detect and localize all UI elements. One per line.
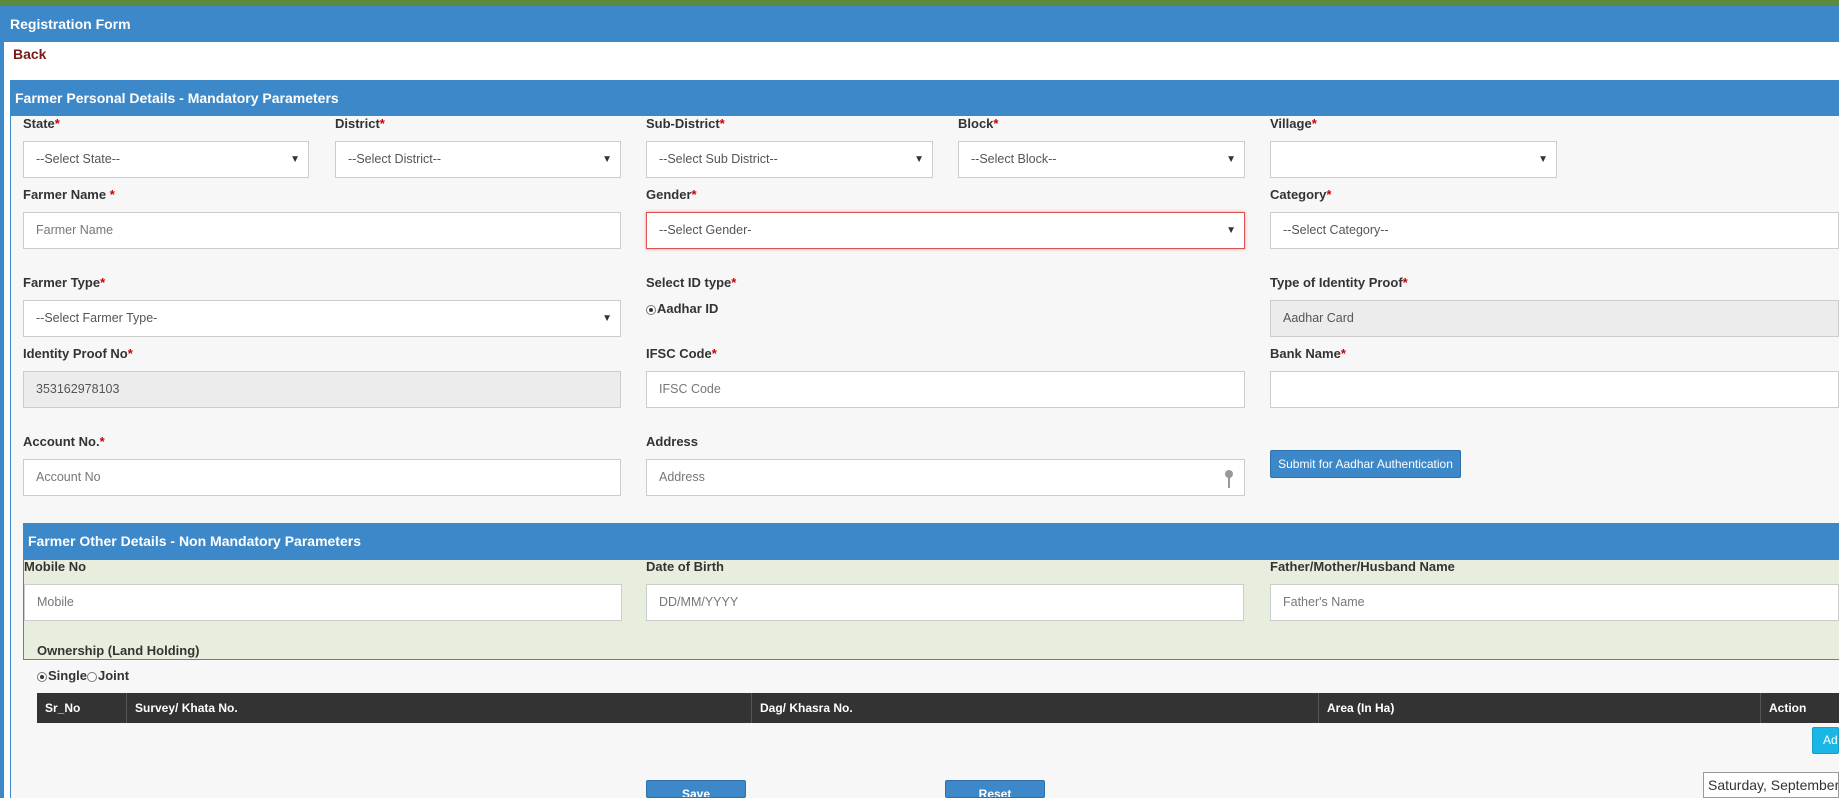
sub-district-select[interactable]: --Select Sub District-- ▼ [646,141,933,178]
state-label: State* [23,116,60,131]
bank-name-label: Bank Name* [1270,346,1346,361]
category-label: Category* [1270,187,1332,202]
block-label: Block* [958,116,999,131]
identity-proof-no-field: 353162978103 [23,371,621,408]
state-select[interactable]: --Select State-- ▼ [23,141,309,178]
radio-selected-icon [37,671,47,682]
chevron-down-icon: ▼ [602,154,612,165]
ifsc-label: IFSC Code* [646,346,717,361]
mobile-input[interactable]: Mobile [24,584,622,621]
back-link[interactable]: Back [13,46,46,62]
account-no-label: Account No.* [23,434,105,449]
chevron-down-icon: ▼ [290,154,300,165]
ownership-joint-radio[interactable]: Joint [87,668,129,683]
farmer-type-label: Farmer Type* [23,275,106,290]
village-select[interactable]: ▼ [1270,141,1557,178]
account-no-input[interactable]: Account No [23,459,621,496]
ifsc-input[interactable]: IFSC Code [646,371,1245,408]
mobile-label: Mobile No [24,559,87,574]
reset-button[interactable]: Reset [945,780,1045,798]
ownership-label: Ownership (Land Holding) [37,643,200,658]
column-header: Sr_No [37,693,127,723]
relative-name-label: Father/Mother/Husband Name [1270,559,1455,574]
farmer-name-input[interactable]: Farmer Name [23,212,621,249]
bank-name-input[interactable] [1270,371,1839,408]
district-select[interactable]: --Select District-- ▼ [335,141,621,178]
dob-input[interactable]: DD/MM/YYYY [646,584,1244,621]
land-table-header: Sr_No Survey/ Khata No. Dag/ Khasra No. … [37,693,1839,723]
block-select[interactable]: --Select Block-- ▼ [958,141,1245,178]
gender-select[interactable]: --Select Gender- ▼ [646,212,1245,249]
location-pin-icon[interactable] [1224,468,1234,495]
other-section-header: Farmer Other Details - Non Mandatory Par… [23,523,1839,560]
chevron-down-icon: ▼ [1226,225,1236,236]
address-input[interactable]: Address [646,459,1245,496]
identity-proof-no-label: Identity Proof No* [23,346,133,361]
ownership-single-radio[interactable]: Single [37,668,87,683]
add-row-button[interactable]: Add [1812,727,1839,754]
column-header: Area (In Ha) [1319,693,1761,723]
district-label: District* [335,116,385,131]
column-header: Dag/ Khasra No. [752,693,1319,723]
column-header: Action [1769,701,1807,715]
date-display: Saturday, September [1703,772,1839,798]
address-label: Address [646,434,699,449]
ownership-radio-group: Single Joint [37,668,129,683]
farmer-type-select[interactable]: --Select Farmer Type- ▼ [23,300,621,337]
category-select[interactable]: --Select Category-- [1270,212,1839,249]
chevron-down-icon: ▼ [1226,154,1236,165]
relative-name-input[interactable]: Father's Name [1270,584,1839,621]
personal-section-header: Farmer Personal Details - Mandatory Para… [10,80,1839,116]
gender-label: Gender* [646,187,697,202]
farmer-name-label: Farmer Name * [23,187,115,202]
identity-proof-type-label: Type of Identity Proof* [1270,275,1408,290]
identity-proof-type-field: Aadhar Card [1270,300,1839,337]
chevron-down-icon: ▼ [602,313,612,324]
column-header: Survey/ Khata No. [127,693,752,723]
radio-selected-icon [646,304,656,315]
chevron-down-icon: ▼ [1538,154,1548,165]
chevron-down-icon: ▼ [914,154,924,165]
sub-district-label: Sub-District* [646,116,725,131]
village-label: Village* [1270,116,1317,131]
aadhar-id-radio[interactable]: Aadhar ID [646,301,718,316]
id-type-label: Select ID type* [646,275,737,290]
form-panel [10,80,1839,798]
submit-aadhar-auth-button[interactable]: Submit for Aadhar Authentication [1270,450,1461,478]
page-title: Registration Form [4,6,1839,42]
dob-label: Date of Birth [646,559,724,574]
save-button[interactable]: Save [646,780,746,798]
radio-unselected-icon [87,671,98,682]
